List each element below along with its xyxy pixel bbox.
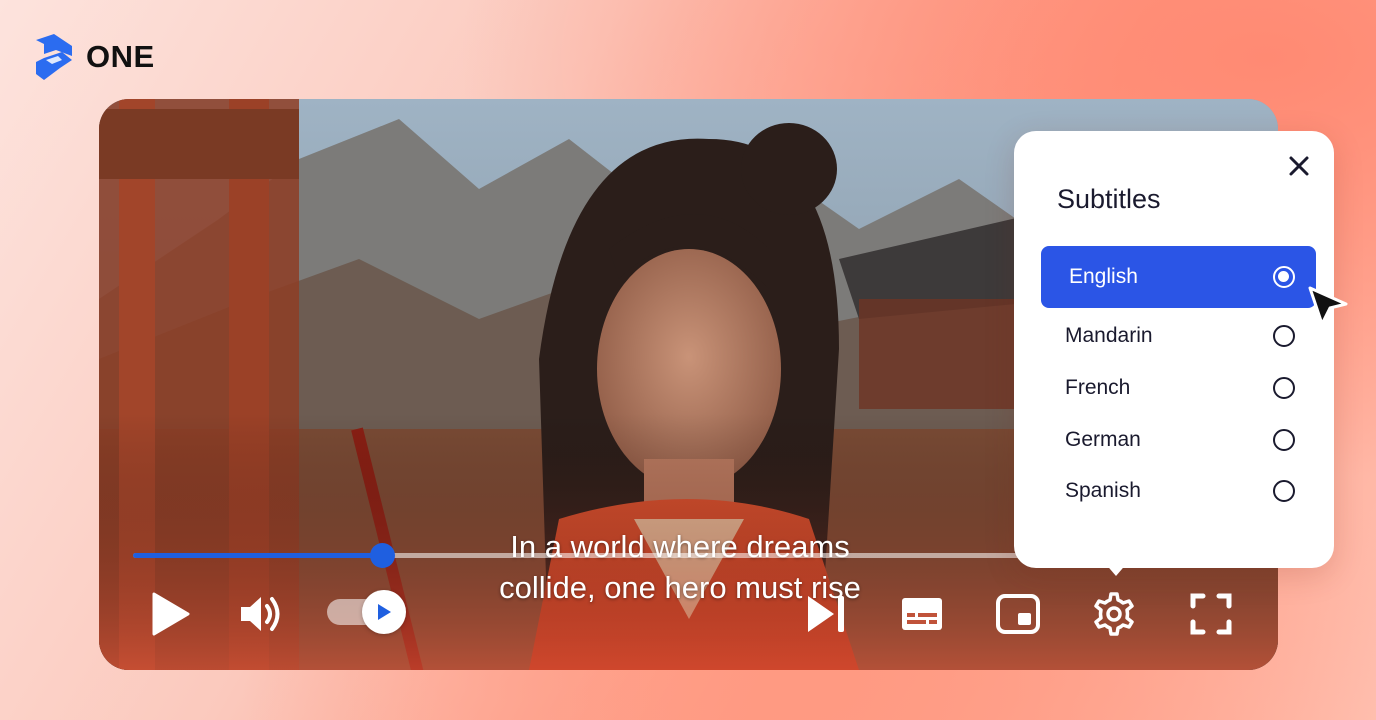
next-button[interactable] [802,590,850,638]
play-button[interactable] [146,590,194,638]
settings-button[interactable] [1090,590,1138,638]
option-label: English [1069,265,1138,288]
subtitle-option-spanish[interactable]: Spanish [1041,460,1316,522]
radio-icon[interactable] [1273,325,1295,347]
skip-next-icon [808,596,844,632]
brand: ONE [32,34,155,80]
volume-button[interactable] [238,590,286,638]
picture-in-picture-button[interactable] [994,590,1042,638]
brand-name: ONE [86,39,155,74]
subtitles-button[interactable] [898,590,946,638]
subtitles-icon [902,598,942,630]
gear-icon [1094,592,1134,636]
option-label: German [1065,428,1141,451]
progress-fill [133,553,383,558]
radio-icon[interactable] [1273,377,1295,399]
one-logo-icon [36,34,72,80]
play-icon [152,592,190,636]
panel-pointer [1104,562,1128,576]
radio-icon[interactable] [1273,429,1295,451]
play-small-icon [378,604,391,620]
fullscreen-button[interactable] [1187,590,1235,638]
mouse-cursor-icon [1308,286,1348,326]
volume-icon [241,597,280,631]
radio-selected-icon[interactable] [1273,266,1295,288]
picture-in-picture-icon [996,594,1040,634]
option-label: French [1065,376,1131,399]
fullscreen-icon [1190,593,1232,635]
subtitle-option-english[interactable]: English [1041,246,1316,308]
close-icon[interactable] [1286,153,1312,179]
option-label: Spanish [1065,479,1141,502]
toggle-knob [362,590,406,634]
panel-title: Subtitles [1057,184,1161,214]
option-label: Mandarin [1065,324,1153,347]
subtitles-panel: Subtitles English Mandarin French German… [1014,131,1334,568]
radio-icon[interactable] [1273,480,1295,502]
progress-bar[interactable] [133,543,1023,568]
autoplay-toggle[interactable] [327,590,407,634]
